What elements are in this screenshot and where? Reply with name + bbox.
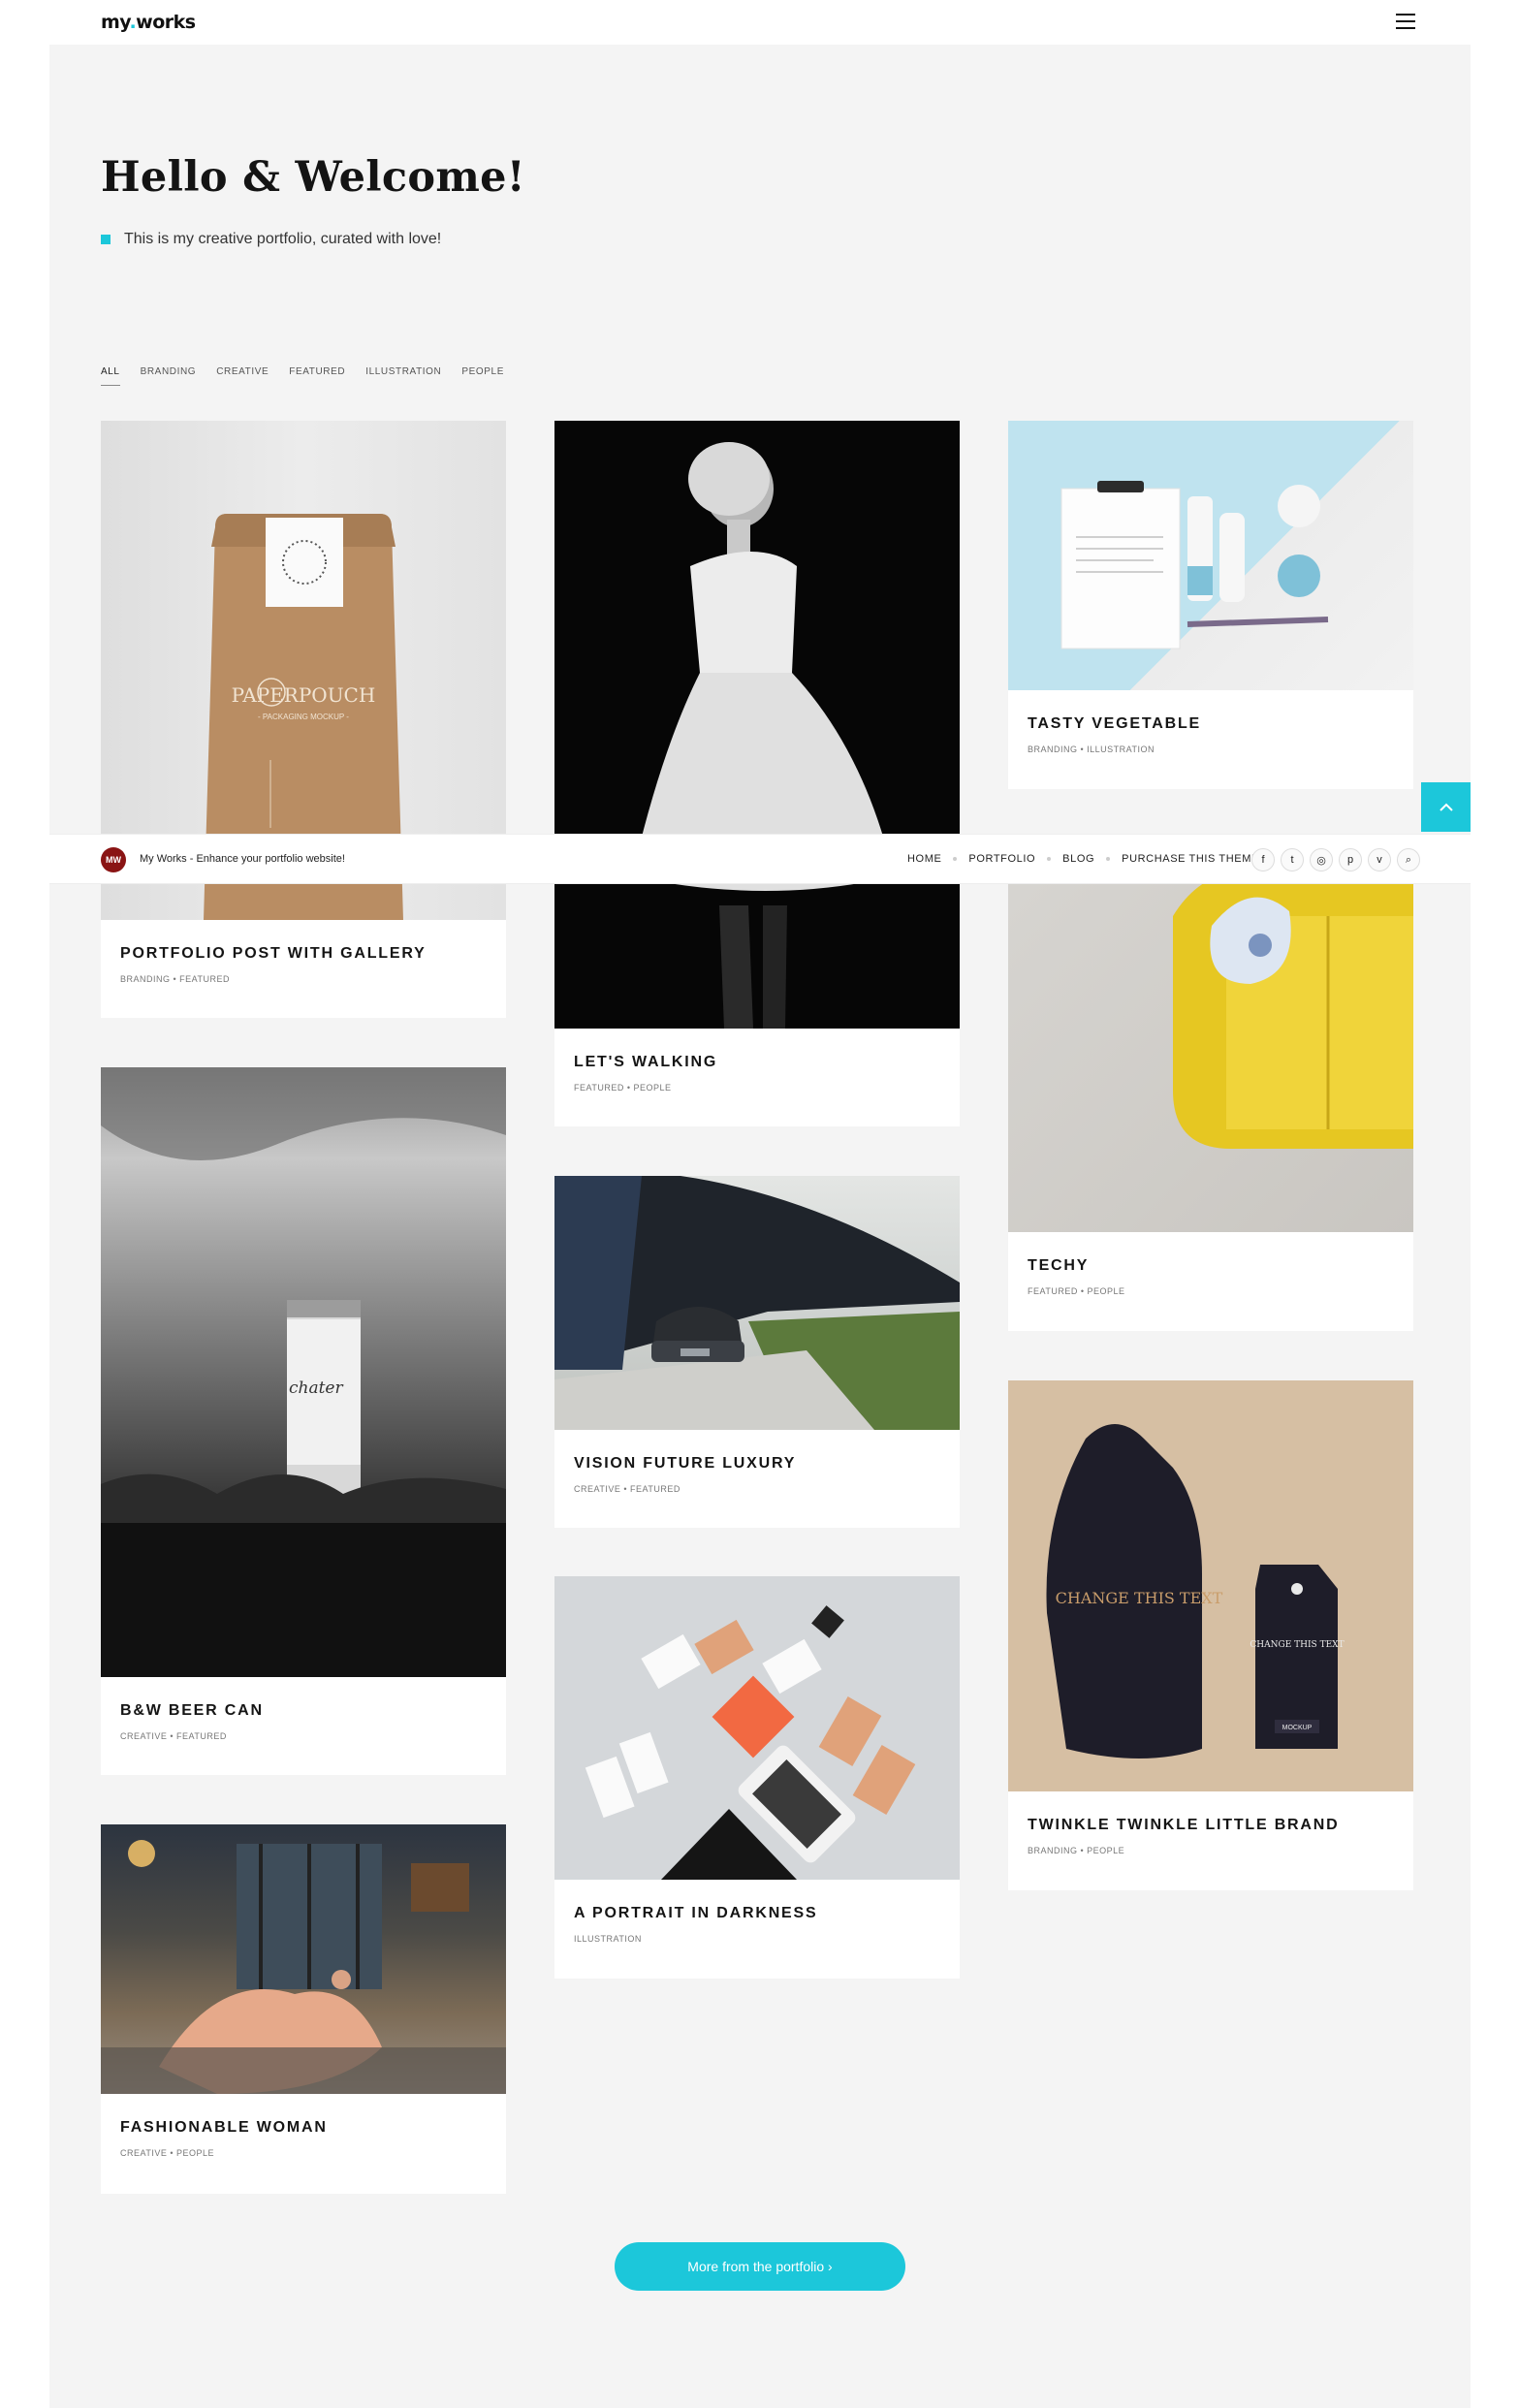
card-image[interactable] bbox=[1008, 839, 1413, 1232]
portfolio-card[interactable]: chater B&W Beer Can CREATIVE • FEATURED bbox=[101, 1067, 506, 1775]
card-categories: CREATIVE • FEATURED bbox=[574, 1484, 680, 1494]
site-header: my.works bbox=[0, 0, 1519, 45]
tag-text: CHANGE THIS TEXT bbox=[1250, 1640, 1344, 1650]
portfolio-card[interactable]: Tasty Vegetable BRANDING • ILLUSTRATION bbox=[1008, 421, 1413, 789]
menu-icon[interactable] bbox=[1396, 14, 1415, 31]
pouch-sub-text: - PACKAGING MOCKUP - bbox=[258, 713, 349, 721]
card-categories: FEATURED • PEOPLE bbox=[1028, 1286, 1125, 1296]
card-image[interactable]: chater bbox=[101, 1067, 506, 1677]
card-categories: CREATIVE • FEATURED bbox=[120, 1731, 227, 1741]
filter-branding[interactable]: BRANDING bbox=[141, 366, 197, 386]
card-title[interactable]: Vision Future Luxury bbox=[574, 1455, 940, 1473]
portfolio-card[interactable]: A Portrait In Darkness ILLUSTRATION bbox=[554, 1576, 960, 1979]
card-image[interactable]: CHANGE THIS TEXT CHANGE THIS TEXT MOCKUP bbox=[1008, 1380, 1413, 1791]
card-title[interactable]: Let's Walking bbox=[574, 1054, 940, 1071]
card-meta: Let's Walking FEATURED • PEOPLE bbox=[554, 1029, 960, 1093]
main-nav: HOME PORTFOLIO BLOG PURCHASE THIS THEME bbox=[907, 853, 1259, 865]
twitter-icon[interactable]: t bbox=[1281, 848, 1304, 871]
site-badge[interactable]: MW bbox=[101, 847, 126, 872]
pinterest-icon[interactable]: p bbox=[1339, 848, 1362, 871]
portfolio-card[interactable]: Fashionable Woman CREATIVE • PEOPLE bbox=[101, 1824, 506, 2194]
nav-separator bbox=[953, 857, 958, 861]
card-meta: Vision Future Luxury CREATIVE • FEATURED bbox=[554, 1430, 960, 1494]
bag-text: CHANGE THIS TEXT bbox=[1056, 1589, 1223, 1607]
card-image[interactable] bbox=[101, 1824, 506, 2094]
site-tagline: My Works - Enhance your portfolio websit… bbox=[140, 853, 345, 865]
social-links: f t ◎ p v ⌕ bbox=[1251, 848, 1420, 871]
card-categories: BRANDING • FEATURED bbox=[120, 974, 230, 984]
page-title: Hello & Welcome! bbox=[101, 153, 525, 202]
card-categories: BRANDING • ILLUSTRATION bbox=[1028, 745, 1155, 754]
filter-illustration[interactable]: ILLUSTRATION bbox=[365, 366, 441, 386]
pouch-brand-text: PAPERPOUCH bbox=[232, 683, 376, 707]
card-meta: Tasty Vegetable BRANDING • ILLUSTRATION bbox=[1008, 690, 1413, 754]
vimeo-icon[interactable]: v bbox=[1368, 848, 1391, 871]
card-title[interactable]: Fashionable Woman bbox=[120, 2119, 487, 2137]
instagram-icon[interactable]: ◎ bbox=[1310, 848, 1333, 871]
search-icon[interactable]: ⌕ bbox=[1397, 848, 1420, 871]
page-subtitle: This is my creative portfolio, curated w… bbox=[101, 231, 441, 248]
nav-separator bbox=[1047, 857, 1052, 861]
filter-all[interactable]: ALL bbox=[101, 366, 120, 386]
card-title[interactable]: Tasty Vegetable bbox=[1028, 715, 1394, 733]
card-categories: CREATIVE • PEOPLE bbox=[120, 2148, 215, 2158]
back-to-top-button[interactable] bbox=[1421, 782, 1471, 832]
card-meta: A Portrait In Darkness ILLUSTRATION bbox=[554, 1880, 960, 1944]
woman-in-dress-illustration bbox=[632, 442, 894, 1029]
card-meta: B&W Beer Can CREATIVE • FEATURED bbox=[101, 1677, 506, 1741]
card-image[interactable] bbox=[554, 421, 960, 1029]
portfolio-card[interactable]: Techy FEATURED • PEOPLE bbox=[1008, 839, 1413, 1331]
card-meta: Portfolio Post With Gallery BRANDING • F… bbox=[101, 920, 506, 984]
beer-can-illustration: chater bbox=[101, 1067, 506, 1677]
stationery-illustration bbox=[1060, 481, 1329, 650]
nav-blog[interactable]: BLOG bbox=[1062, 853, 1094, 865]
portfolio-filters: ALL BRANDING CREATIVE FEATURED ILLUSTRAT… bbox=[101, 366, 524, 386]
facebook-icon[interactable]: f bbox=[1251, 848, 1275, 871]
nav-separator bbox=[1106, 857, 1111, 861]
nav-home[interactable]: HOME bbox=[907, 853, 941, 865]
nav-portfolio[interactable]: PORTFOLIO bbox=[968, 853, 1035, 865]
fashion-illustration bbox=[101, 1840, 506, 2094]
can-text: chater bbox=[289, 1378, 343, 1398]
site-logo[interactable]: my.works bbox=[101, 12, 196, 33]
card-meta: Techy FEATURED • PEOPLE bbox=[1008, 1232, 1413, 1296]
card-image[interactable] bbox=[554, 1176, 960, 1430]
card-title[interactable]: Techy bbox=[1028, 1257, 1394, 1275]
chevron-up-icon bbox=[1439, 803, 1453, 811]
sticky-navbar: MW My Works - Enhance your portfolio web… bbox=[49, 834, 1471, 884]
bag-and-tag-illustration: CHANGE THIS TEXT CHANGE THIS TEXT MOCKUP bbox=[1046, 1424, 1345, 1758]
nav-purchase[interactable]: PURCHASE THIS THEME bbox=[1122, 853, 1259, 865]
car-illustration bbox=[554, 1176, 960, 1430]
filter-creative[interactable]: CREATIVE bbox=[216, 366, 269, 386]
card-meta: Fashionable Woman CREATIVE • PEOPLE bbox=[101, 2094, 506, 2158]
card-image[interactable] bbox=[1008, 421, 1413, 690]
portfolio-card[interactable]: PAPERPOUCH - PACKAGING MOCKUP - Portfoli… bbox=[101, 421, 506, 1018]
bullet-square-icon bbox=[101, 235, 111, 244]
card-categories: BRANDING • PEOPLE bbox=[1028, 1846, 1125, 1855]
tag-label: MOCKUP bbox=[1282, 1725, 1313, 1731]
card-title[interactable]: A Portrait In Darkness bbox=[574, 1905, 940, 1922]
portfolio-card[interactable]: Vision Future Luxury CREATIVE • FEATURED bbox=[554, 1176, 960, 1528]
card-image[interactable] bbox=[554, 1576, 960, 1880]
card-categories: FEATURED • PEOPLE bbox=[574, 1083, 672, 1093]
portfolio-card[interactable]: Let's Walking FEATURED • PEOPLE bbox=[554, 421, 960, 1126]
portfolio-card[interactable]: CHANGE THIS TEXT CHANGE THIS TEXT MOCKUP… bbox=[1008, 1380, 1413, 1890]
card-title[interactable]: B&W Beer Can bbox=[120, 1702, 487, 1720]
card-title[interactable]: Twinkle Twinkle Little Brand bbox=[1028, 1817, 1394, 1834]
card-title[interactable]: Portfolio Post With Gallery bbox=[120, 945, 487, 963]
branding-illustration bbox=[585, 1605, 916, 1880]
card-meta: Twinkle Twinkle Little Brand BRANDING • … bbox=[1008, 1791, 1413, 1855]
filter-featured[interactable]: FEATURED bbox=[289, 366, 345, 386]
more-portfolio-button[interactable]: More from the portfolio › bbox=[615, 2242, 905, 2291]
card-categories: ILLUSTRATION bbox=[574, 1934, 642, 1944]
filter-people[interactable]: PEOPLE bbox=[461, 366, 504, 386]
yellow-sofa-illustration bbox=[1173, 868, 1413, 1149]
